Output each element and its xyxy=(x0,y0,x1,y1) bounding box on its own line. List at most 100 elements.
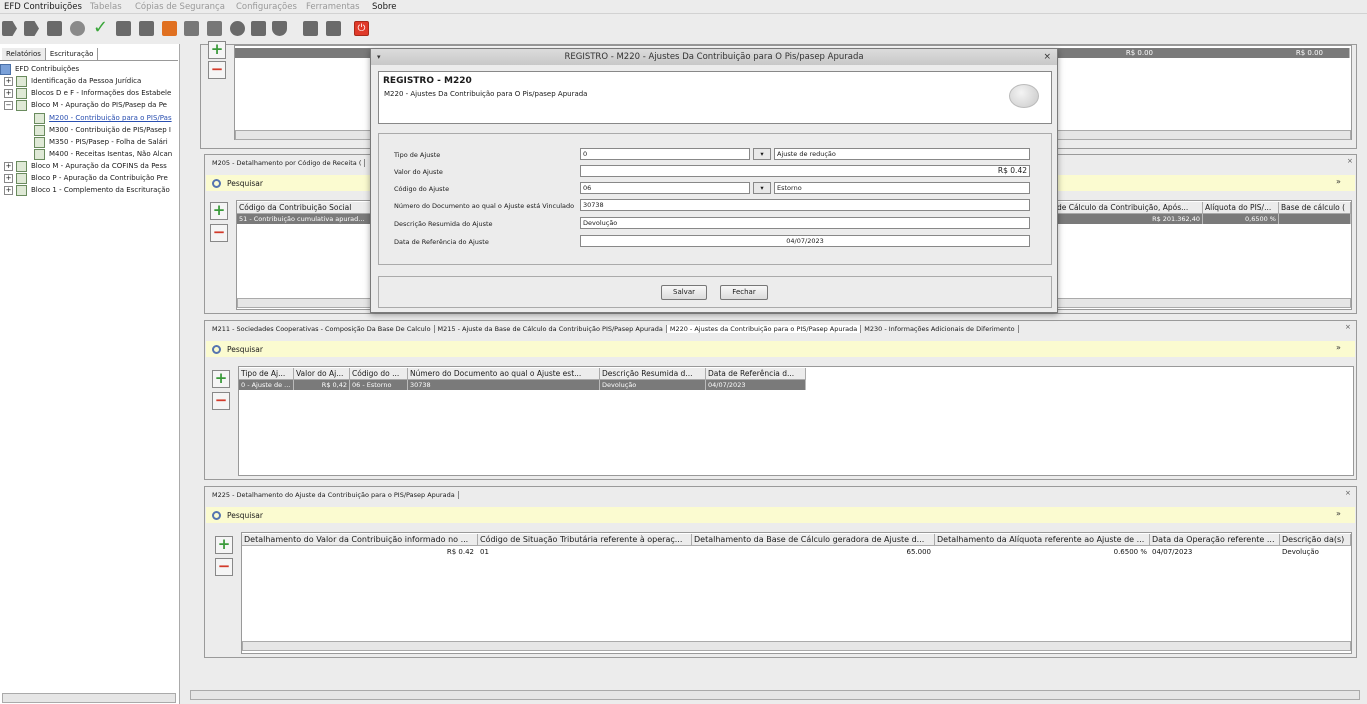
gears-icon[interactable] xyxy=(70,21,85,36)
table-cell[interactable]: 0.6500 % xyxy=(935,547,1149,557)
table-cell[interactable]: 04/07/2023 xyxy=(706,380,806,390)
column-header[interactable]: Descrição da(s) xyxy=(1280,534,1351,546)
disk-icon[interactable] xyxy=(303,21,318,36)
column-header[interactable]: de Cálculo da Contribuição, Após... xyxy=(1055,202,1203,214)
table-cell[interactable]: R$ 0.42 xyxy=(242,547,476,557)
tree-item[interactable]: + Identificação da Pessoa Jurídica xyxy=(4,75,141,87)
chevron-down-icon[interactable]: ▾ xyxy=(377,49,381,65)
valor-ajuste-input[interactable]: R$ 0.42 xyxy=(580,165,1030,177)
table-cell[interactable]: 0 - Ajuste de ... xyxy=(239,380,294,390)
column-header[interactable]: Detalhamento do Valor da Contribuição in… xyxy=(242,534,478,546)
tree-item[interactable]: + Bloco P - Apuração da Contribuição Pre xyxy=(4,172,168,184)
folder-icon[interactable] xyxy=(47,21,62,36)
arrow-icon[interactable] xyxy=(2,21,17,36)
close-icon[interactable]: × xyxy=(1345,489,1351,497)
menu-copias[interactable]: Cópias de Segurança xyxy=(135,2,225,12)
tree-item[interactable]: + Bloco M - Apuração da COFINS da Pess xyxy=(4,160,167,172)
cancel-icon[interactable] xyxy=(162,21,177,36)
table-cell[interactable]: R$ 0,42 xyxy=(294,380,350,390)
tray-icon[interactable] xyxy=(139,21,154,36)
tree-item[interactable]: M400 - Receitas Isentas, Não Alcan xyxy=(34,148,172,160)
table-cell[interactable]: 04/07/2023 xyxy=(1150,547,1280,557)
menu-tabelas[interactable]: Tabelas xyxy=(90,2,122,12)
column-header[interactable]: Código do ... xyxy=(350,368,408,380)
expand-icon[interactable]: + xyxy=(4,76,13,86)
save-button[interactable]: Salvar xyxy=(661,285,707,300)
dialog-titlebar[interactable]: REGISTRO - M220 - Ajustes Da Contribuiçã… xyxy=(371,49,1057,65)
expand-icon[interactable]: + xyxy=(4,173,13,183)
remove-button[interactable]: − xyxy=(215,558,233,576)
arrow-icon[interactable] xyxy=(24,21,39,36)
column-header[interactable]: Valor do Aj... xyxy=(294,368,350,380)
user-icon[interactable] xyxy=(184,21,199,36)
column-header[interactable]: Descrição Resumida d... xyxy=(600,368,706,380)
remove-button[interactable]: − xyxy=(210,224,228,242)
chevron-down-icon[interactable]: » xyxy=(1336,343,1341,352)
column-header[interactable]: Alíquota do PIS/... xyxy=(1203,202,1279,214)
table-cell[interactable]: 0,6500 % xyxy=(1203,214,1279,224)
tree-root[interactable]: EFD Contribuições xyxy=(0,63,79,75)
menu-efd[interactable]: EFD Contribuições xyxy=(4,2,82,12)
expand-icon[interactable]: + xyxy=(4,161,13,171)
menu-configuracoes[interactable]: Configurações xyxy=(236,2,297,12)
tree-item-m200[interactable]: M200 - Contribuição para o PIS/Pas xyxy=(34,112,172,124)
tree-item[interactable]: + Bloco 1 - Complemento da Escrituração xyxy=(4,184,170,196)
tree-item[interactable]: M300 - Contribuição de PIS/Pasep I xyxy=(34,124,171,136)
column-header[interactable]: Número do Documento ao qual o Ajuste est… xyxy=(408,368,600,380)
main-horizontal-scrollbar[interactable] xyxy=(190,690,1360,700)
printer-icon[interactable] xyxy=(116,21,131,36)
chevron-down-icon[interactable]: ▾ xyxy=(753,182,771,194)
table-cell[interactable]: 65.000 xyxy=(692,547,933,557)
table-cell[interactable]: R$ 201.362,40 xyxy=(1055,214,1203,224)
column-header[interactable]: Tipo de Aj... xyxy=(239,368,294,380)
tab-m220[interactable]: M220 - Ajustes da Contribuição para o PI… xyxy=(666,324,862,333)
codigo-ajuste-input[interactable]: 06 xyxy=(580,182,750,194)
column-header[interactable]: Base de cálculo ( xyxy=(1279,202,1351,214)
tab-m205[interactable]: M205 - Detalhamento por Código de Receit… xyxy=(209,158,366,167)
column-header[interactable]: Detalhamento da Alíquota referente ao Aj… xyxy=(935,534,1150,546)
user-settings-icon[interactable] xyxy=(207,21,222,36)
close-button[interactable]: Fechar xyxy=(720,285,768,300)
expand-icon[interactable]: + xyxy=(4,185,13,195)
numero-documento-input[interactable]: 30738 xyxy=(580,199,1030,211)
column-header[interactable]: Data de Referência d... xyxy=(706,368,806,380)
tipo-ajuste-input[interactable]: 0 xyxy=(580,148,750,160)
add-button[interactable]: + xyxy=(215,536,233,554)
column-header[interactable]: Código da Contribuição Social xyxy=(237,202,371,214)
check-icon[interactable]: ✓ xyxy=(93,19,108,37)
column-header[interactable]: Código de Situação Tributária referente … xyxy=(478,534,692,546)
shield-icon[interactable] xyxy=(272,21,287,36)
search-bar[interactable]: Pesquisar xyxy=(206,507,1355,523)
tab-m215[interactable]: M215 - Ajuste da Base de Cálculo da Cont… xyxy=(435,324,667,333)
tab-m211[interactable]: M211 - Sociedades Cooperativas - Composi… xyxy=(209,324,435,333)
table-cell[interactable]: 51 - Contribuição cumulativa apurad... xyxy=(237,214,371,224)
add-button[interactable]: + xyxy=(210,202,228,220)
add-button[interactable]: + xyxy=(208,41,226,59)
chevron-down-icon[interactable]: ▾ xyxy=(753,148,771,160)
tree-item[interactable]: + Blocos D e F - Informações dos Estabele xyxy=(4,87,171,99)
remove-button[interactable]: − xyxy=(212,392,230,410)
column-header[interactable]: Detalhamento da Base de Cálculo geradora… xyxy=(692,534,935,546)
add-button[interactable]: + xyxy=(212,370,230,388)
search-bar[interactable]: Pesquisar xyxy=(206,341,1355,357)
chevron-down-icon[interactable]: » xyxy=(1336,177,1341,186)
data-referencia-input[interactable]: 04/07/2023 xyxy=(580,235,1030,247)
close-icon[interactable]: × xyxy=(1043,49,1051,65)
expand-icon[interactable]: + xyxy=(4,88,13,98)
tab-relatorios[interactable]: Relatórios xyxy=(2,48,46,60)
horizontal-scrollbar[interactable] xyxy=(242,641,1351,651)
left-horizontal-scrollbar[interactable] xyxy=(2,693,176,703)
envelope-icon[interactable] xyxy=(251,21,266,36)
tab-m225[interactable]: M225 - Detalhamento do Ajuste da Contrib… xyxy=(209,490,459,499)
save-all-icon[interactable] xyxy=(326,21,341,36)
column-header[interactable]: Data da Operação referente ... xyxy=(1150,534,1280,546)
power-icon[interactable]: ⏻ xyxy=(354,21,369,36)
close-icon[interactable]: × xyxy=(1347,157,1353,165)
close-icon[interactable]: × xyxy=(1345,323,1351,331)
menu-ferramentas[interactable]: Ferramentas xyxy=(306,2,360,12)
descricao-input[interactable]: Devolução xyxy=(580,217,1030,229)
table-cell[interactable]: Devolução xyxy=(1280,547,1351,557)
tree-item[interactable]: M350 - PIS/Pasep - Folha de Salári xyxy=(34,136,168,148)
remove-button[interactable]: − xyxy=(208,61,226,79)
tab-escrituracao[interactable]: Escrituração xyxy=(45,48,99,60)
